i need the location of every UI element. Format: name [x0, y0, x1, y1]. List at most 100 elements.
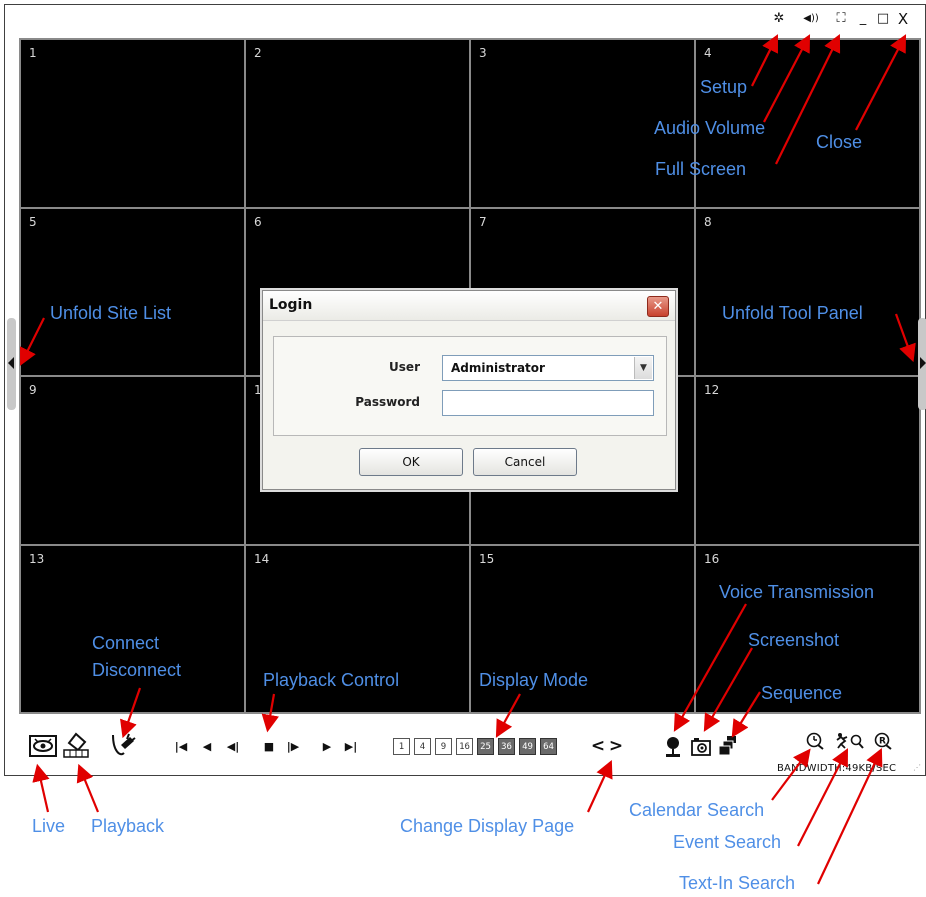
- channel-number: 15: [479, 551, 495, 566]
- channel-number: 2: [254, 46, 262, 60]
- text-in-search-button[interactable]: R: [873, 731, 893, 751]
- close-button[interactable]: X: [893, 11, 913, 27]
- dialog-title: Login: [269, 297, 313, 313]
- video-cell[interactable]: 12: [696, 377, 919, 544]
- dialog-close-button[interactable]: ✕: [647, 296, 669, 317]
- first-frame-button[interactable]: |◀: [173, 738, 189, 754]
- setup-icon[interactable]: ✲: [769, 11, 789, 27]
- channel-number: 12: [704, 383, 720, 397]
- callout-voice-transmission: Voice Transmission: [719, 582, 875, 602]
- channel-number: 13: [29, 551, 45, 566]
- connect-disconnect-button[interactable]: [110, 731, 136, 759]
- callout-unfold-tool-panel: Unfold Tool Panel: [722, 303, 863, 323]
- callout-event-search: Event Search: [673, 832, 782, 852]
- display-mode-36[interactable]: 36: [498, 738, 515, 755]
- user-label: User: [389, 360, 420, 374]
- stop-button[interactable]: ■: [261, 738, 277, 754]
- video-cell[interactable]: 2: [246, 40, 469, 207]
- video-cell[interactable]: 13: [21, 545, 244, 712]
- sequence-icon: [719, 736, 736, 756]
- minimize-button[interactable]: _: [853, 11, 873, 27]
- callout-live: Live: [32, 816, 66, 836]
- maximize-button[interactable]: □: [873, 11, 893, 27]
- user-select-value: Administrator: [451, 361, 545, 375]
- chevron-left-icon: [8, 357, 14, 369]
- channel-number: 16: [704, 551, 720, 566]
- event-search-button[interactable]: [835, 731, 865, 751]
- display-mode-49[interactable]: 49: [519, 738, 536, 755]
- callout-calendar-search: Calendar Search: [629, 800, 765, 820]
- text-search-icon: R: [874, 732, 892, 750]
- channel-number: 5: [29, 214, 37, 229]
- microphone-icon: [666, 737, 680, 757]
- chevron-down-icon[interactable]: ▼: [634, 357, 652, 379]
- display-mode-64[interactable]: 64: [540, 738, 557, 755]
- dialog-title-bar[interactable]: Login ✕: [263, 291, 675, 321]
- previous-page-button[interactable]: <: [591, 736, 605, 756]
- ok-button[interactable]: OK: [359, 448, 463, 476]
- channel-number: 1: [29, 46, 37, 60]
- login-form-panel: User Administrator ▼ Password: [273, 336, 667, 436]
- eye-icon: [29, 735, 57, 757]
- video-cell[interactable]: 9: [21, 377, 244, 544]
- chevron-right-icon: [920, 357, 926, 369]
- video-cell[interactable]: 8: [696, 208, 919, 375]
- title-bar: ✲ ◀)) ⛶ _ □ X: [5, 5, 925, 33]
- svg-text:R: R: [879, 737, 886, 747]
- playback-button[interactable]: [61, 731, 91, 759]
- callout-playback: Playback: [91, 816, 165, 836]
- clock-search-icon: [806, 732, 824, 750]
- display-mode-9[interactable]: 9: [435, 738, 452, 755]
- resize-grip-icon[interactable]: ⋰: [913, 763, 923, 773]
- last-frame-button[interactable]: ▶|: [343, 738, 359, 754]
- channel-number: 8: [704, 214, 712, 229]
- display-mode-1[interactable]: 1: [393, 738, 410, 755]
- display-mode-4[interactable]: 4: [414, 738, 431, 755]
- video-cell[interactable]: 1: [21, 40, 244, 207]
- password-field[interactable]: [442, 390, 654, 416]
- step-forward-button[interactable]: |▶: [285, 738, 301, 754]
- bottom-toolbar: |◀ ◀ ◀| ■ |▶ ▶ ▶| 1 4 9 16 25 36 49 64 <…: [5, 717, 925, 775]
- step-back-button[interactable]: ◀|: [225, 738, 241, 754]
- fullscreen-icon[interactable]: ⛶: [831, 11, 851, 27]
- previous-button[interactable]: ◀: [199, 738, 215, 754]
- camera-icon: [691, 738, 711, 756]
- callout-display-mode: Display Mode: [479, 670, 589, 690]
- sequence-button[interactable]: [719, 736, 737, 756]
- callout-playback-control: Playback Control: [263, 670, 400, 690]
- video-cell[interactable]: 5: [21, 208, 244, 375]
- unfold-site-list-tab[interactable]: [7, 318, 16, 410]
- calendar-search-button[interactable]: [805, 731, 825, 751]
- next-page-button[interactable]: >: [609, 736, 623, 756]
- callout-connect: Connect: [92, 633, 160, 653]
- display-mode-25[interactable]: 25: [477, 738, 494, 755]
- play-button[interactable]: ▶: [319, 738, 335, 754]
- callout-screenshot: Screenshot: [748, 630, 840, 650]
- channel-number: 9: [29, 383, 37, 397]
- callout-setup: Setup: [700, 77, 748, 97]
- channel-number: 14: [254, 551, 270, 566]
- plug-icon: [112, 733, 136, 756]
- event-search-icon: [836, 733, 864, 749]
- channel-number: 6: [254, 214, 262, 229]
- callout-sequence: Sequence: [761, 683, 843, 703]
- audio-volume-icon[interactable]: ◀)): [801, 11, 821, 27]
- callout-close: Close: [816, 132, 863, 152]
- channel-number: 4: [704, 46, 712, 60]
- callout-unfold-site-list: Unfold Site List: [50, 303, 172, 323]
- channel-number: 3: [479, 46, 487, 60]
- login-dialog: Login ✕ User Administrator ▼ Password OK…: [262, 290, 676, 490]
- callout-disconnect: Disconnect: [92, 660, 182, 680]
- cancel-button[interactable]: Cancel: [473, 448, 577, 476]
- live-button[interactable]: [29, 734, 57, 758]
- callout-full-screen: Full Screen: [655, 159, 747, 179]
- unfold-tool-panel-tab[interactable]: [918, 318, 926, 410]
- screenshot-button[interactable]: [691, 738, 711, 756]
- user-select[interactable]: Administrator ▼: [442, 355, 654, 381]
- film-icon: [63, 732, 89, 758]
- voice-transmission-button[interactable]: [663, 736, 683, 758]
- display-mode-16[interactable]: 16: [456, 738, 473, 755]
- callout-audio-volume: Audio Volume: [654, 118, 766, 138]
- bandwidth-readout: BANDWIDTH:49KB/SEC: [777, 763, 897, 774]
- callout-change-display-page: Change Display Page: [400, 816, 575, 836]
